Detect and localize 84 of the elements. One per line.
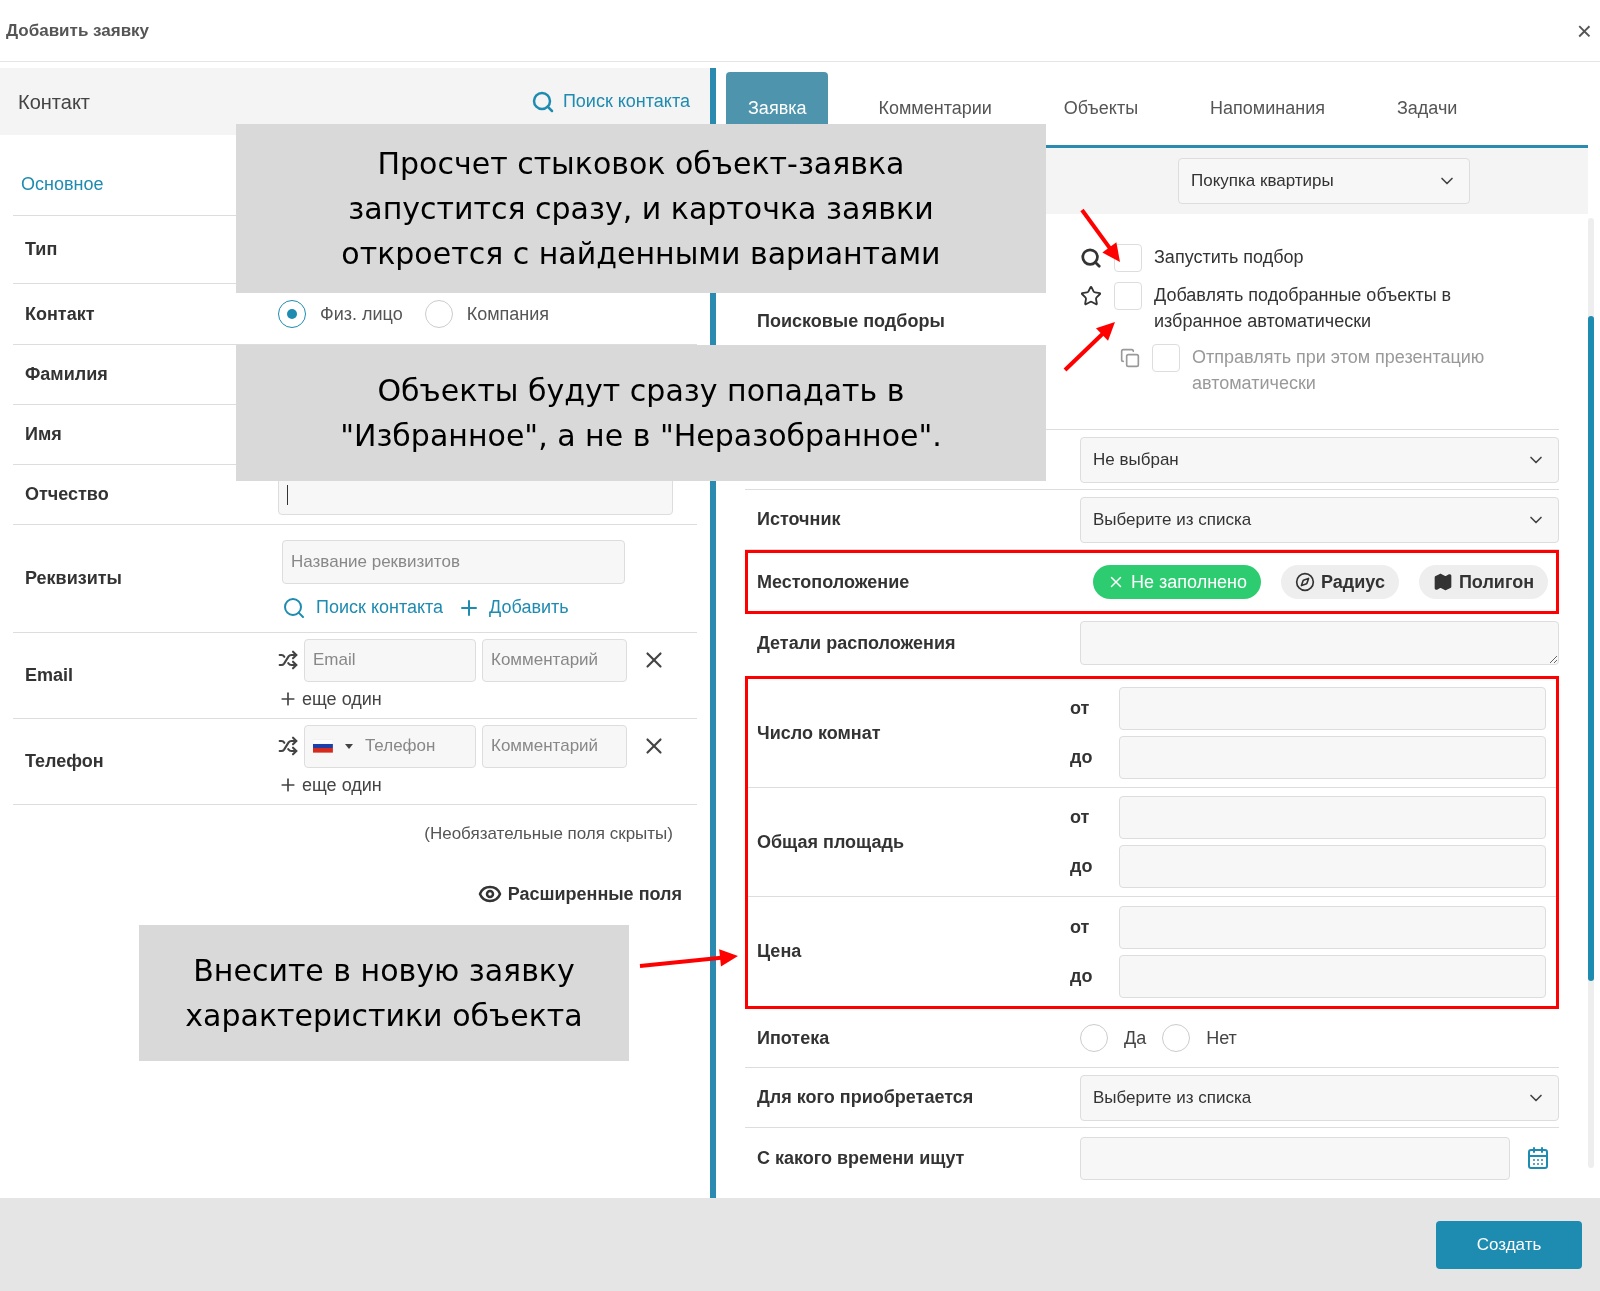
range-field[interactable]: [1119, 954, 1546, 998]
field-label: Реквизиты: [25, 567, 123, 590]
comment-field[interactable]: Комментарий: [482, 724, 627, 768]
range-field[interactable]: [1119, 687, 1546, 730]
field-label: Телефон: [25, 750, 105, 773]
radio-label: Физ. лицо: [320, 302, 403, 326]
option-label: Добавлять подобранные объекты в избранное автоматически: [1154, 284, 1453, 333]
create-button[interactable]: Создать: [1436, 1220, 1582, 1269]
phone-field[interactable]: Телефон: [304, 724, 476, 768]
field-label: Email: [25, 664, 75, 687]
flag-icon: [313, 736, 333, 756]
option-label: Запустить подбор: [1154, 246, 1305, 269]
range-field[interactable]: [1119, 796, 1546, 839]
field-label: от: [1070, 697, 1091, 720]
close-button[interactable]: ×: [1576, 17, 1592, 44]
caret-icon[interactable]: [344, 743, 353, 749]
callout-tooltip: Просчет стыковок объект-заявка запустится сразу, и карточка заявки откроется с найденными вариантами: [236, 124, 1046, 293]
dialog-title: Добавить заявку: [6, 19, 150, 42]
field-label: Цена: [756, 940, 803, 963]
option-label: Отправлять при этом презентацию автоматически: [1192, 346, 1486, 395]
add-another-link[interactable]: еще один: [278, 771, 667, 799]
compass-icon: [1295, 572, 1316, 592]
location-mode-button[interactable]: Полигон: [1418, 565, 1548, 599]
add-link[interactable]: Добавить: [457, 594, 569, 621]
scrollbar[interactable]: [1588, 218, 1594, 1168]
callout-tooltip: Объекты будут сразу попадать в "Избранное", а не в "Неразобранное".: [236, 345, 1046, 481]
search-icon: [530, 89, 555, 114]
field-label: Местоположение: [756, 570, 911, 594]
hidden-fields-note: (Необязательные поля скрыты): [424, 823, 673, 845]
field-label: Число комнат: [756, 721, 882, 745]
callout-tooltip: Внесите в новую заявку характеристики объекта: [139, 925, 629, 1061]
field-label: Имя: [25, 423, 62, 446]
field-label: Для кого приобретается: [756, 1086, 975, 1109]
dropdown[interactable]: Выберите из списка: [1080, 496, 1559, 543]
panel-title: Контакт: [18, 89, 90, 115]
search-contact-link[interactable]: Поиск контакта: [282, 594, 444, 621]
dropdown[interactable]: Не выбран: [1080, 436, 1559, 483]
radio-label: Нет: [1206, 1026, 1237, 1050]
email-field[interactable]: Email: [304, 638, 476, 682]
dropdown[interactable]: Выберите из списка: [1080, 1074, 1559, 1121]
checkbox[interactable]: [1114, 282, 1142, 310]
field-label: Отчество: [25, 483, 110, 506]
shuffle-icon[interactable]: [278, 736, 298, 756]
search-contact-link[interactable]: Поиск контакта: [530, 88, 690, 115]
radio-label: Да: [1124, 1026, 1147, 1050]
map-icon: [1432, 572, 1453, 592]
checkbox[interactable]: [1114, 244, 1142, 272]
field-label: Общая площадь: [756, 830, 905, 854]
field-label: Тип: [25, 238, 58, 261]
field-label: Фамилия: [25, 363, 108, 386]
field-label: Ипотека: [756, 1026, 831, 1050]
field-label: С какого времени ищут: [756, 1146, 966, 1170]
dropdown[interactable]: Покупка квартиры: [1178, 158, 1470, 204]
field-label: от: [1070, 806, 1091, 829]
field-label: от: [1070, 915, 1091, 939]
shuffle-icon[interactable]: [278, 650, 298, 670]
range-field[interactable]: [1119, 905, 1546, 949]
field-label: до: [1070, 855, 1094, 878]
section-title: Основное: [21, 173, 104, 196]
field-label: Детали расположения: [756, 631, 957, 655]
date-field[interactable]: [1080, 1136, 1510, 1180]
comment-field[interactable]: Комментарий: [482, 638, 627, 682]
tab[interactable]: Задачи: [1375, 72, 1480, 145]
field-label: до: [1070, 746, 1094, 769]
copy-icon: [1120, 348, 1140, 368]
radio-label: Компания: [466, 302, 550, 326]
range-field[interactable]: [1119, 845, 1546, 888]
range-field[interactable]: [1119, 736, 1546, 779]
search-icon: [282, 595, 306, 620]
tab[interactable]: Напоминания: [1188, 72, 1347, 145]
extended-fields-link[interactable]: Расширенные поля: [477, 880, 682, 908]
field-label: Поисковые подборы: [757, 310, 945, 333]
email-input[interactable]: Email: [313, 647, 467, 673]
calendar-icon[interactable]: [1526, 1146, 1550, 1170]
phone-input[interactable]: Телефон: [364, 733, 467, 759]
field-label: Контакт: [25, 302, 96, 326]
add-another-link[interactable]: еще один: [278, 685, 667, 713]
details-field[interactable]: [1080, 621, 1559, 665]
search-icon: [1080, 247, 1102, 269]
field-label: до: [1070, 964, 1094, 988]
location-mode-button[interactable]: Радиус: [1281, 565, 1399, 599]
requisites-field[interactable]: Название реквизитов: [282, 540, 625, 584]
field-label: Источник: [756, 508, 842, 531]
star-icon: [1080, 285, 1102, 307]
